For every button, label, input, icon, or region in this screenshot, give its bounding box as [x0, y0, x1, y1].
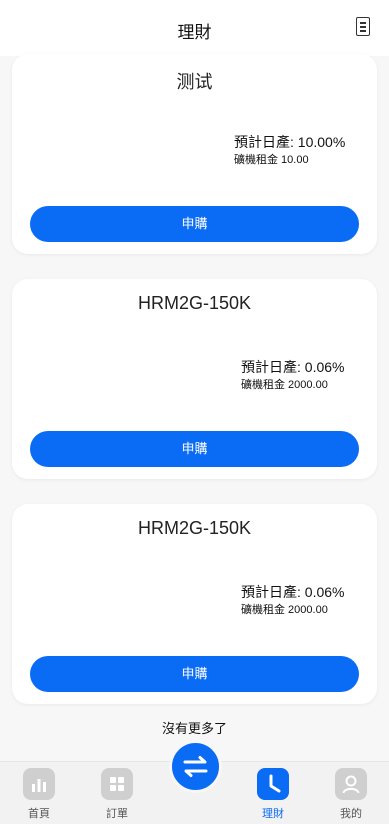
- subscribe-button[interactable]: 申購: [30, 206, 359, 242]
- subscribe-button[interactable]: 申購: [30, 431, 359, 467]
- subscribe-button[interactable]: 申購: [30, 656, 359, 692]
- tab-label: 首頁: [28, 808, 50, 820]
- rental-price: 礦機租金 10.00: [234, 154, 309, 166]
- grid-icon: [101, 768, 133, 800]
- daily-yield: 預計日產: 0.06%: [241, 359, 345, 375]
- page-title: 理財: [177, 23, 212, 42]
- document-icon[interactable]: [356, 17, 370, 36]
- tab-orders[interactable]: 訂單: [94, 768, 140, 822]
- clock-icon: [257, 768, 289, 800]
- user-icon: [335, 768, 367, 800]
- product-card: 测试 預計日產: 10.00% 礦機租金 10.00 申購: [12, 54, 377, 254]
- product-card: HRM2G-150K 預計日產: 0.06% 礦機租金 2000.00 申購: [12, 504, 377, 704]
- tab-label: 理財: [262, 808, 284, 820]
- product-name: 测试: [176, 72, 213, 92]
- product-name: HRM2G-150K: [137, 518, 252, 538]
- daily-yield: 預計日產: 0.06%: [241, 584, 345, 600]
- chart-icon: [23, 768, 55, 800]
- rental-price: 礦機租金 2000.00: [241, 604, 328, 616]
- tab-profile[interactable]: 我的: [328, 768, 374, 822]
- end-of-list-text: 沒有更多了: [161, 721, 227, 736]
- app-header: 理財: [0, 0, 389, 56]
- product-card: HRM2G-150K 預計日產: 0.06% 礦機租金 2000.00 申購: [12, 279, 377, 479]
- product-name: HRM2G-150K: [137, 293, 252, 313]
- swap-arrows-icon: [183, 756, 208, 777]
- rental-price: 礦機租金 2000.00: [241, 379, 328, 391]
- swap-button[interactable]: [169, 740, 222, 793]
- tab-wealth[interactable]: 理財: [250, 768, 296, 822]
- tab-label: 訂單: [106, 808, 128, 820]
- daily-yield: 預計日產: 10.00%: [234, 134, 346, 150]
- tab-label: 我的: [340, 808, 362, 820]
- tab-home[interactable]: 首頁: [16, 768, 62, 822]
